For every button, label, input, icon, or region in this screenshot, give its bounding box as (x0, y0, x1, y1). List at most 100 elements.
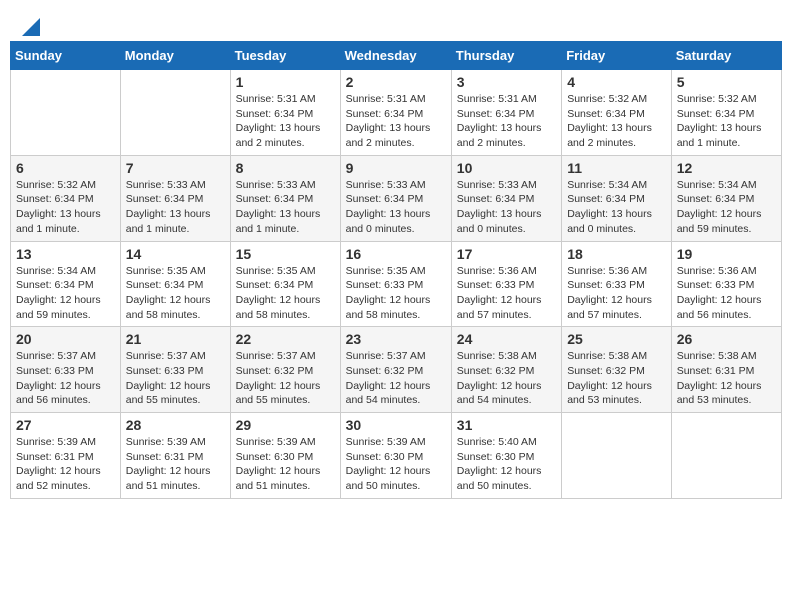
day-info: Sunrise: 5:37 AM Sunset: 6:33 PM Dayligh… (16, 349, 115, 408)
calendar-cell: 23 Sunrise: 5:37 AM Sunset: 6:32 PM Dayli… (340, 327, 451, 413)
calendar-cell: 30Sunrise: 5:39 AM Sunset: 6:30 PM Dayli… (340, 413, 451, 499)
day-number: 8 (236, 160, 335, 176)
day-number: 20 (16, 331, 115, 347)
day-number: 31 (457, 417, 556, 433)
day-number: 9 (346, 160, 446, 176)
day-info: Sunrise: 5:35 AM Sunset: 6:34 PM Dayligh… (126, 264, 225, 323)
calendar-cell (562, 413, 672, 499)
day-info: Sunrise: 5:37 AM Sunset: 6:33 PM Dayligh… (126, 349, 225, 408)
calendar-header-monday: Monday (120, 42, 230, 70)
day-number: 7 (126, 160, 225, 176)
calendar-cell: 3 Sunrise: 5:31 AM Sunset: 6:34 PM Daylig… (451, 70, 561, 156)
logo (20, 20, 40, 31)
day-info: Sunrise: 5:36 AM Sunset: 6:33 PM Dayligh… (677, 264, 776, 323)
calendar-cell: 25 Sunrise: 5:38 AM Sunset: 6:32 PM Dayli… (562, 327, 672, 413)
calendar-cell: 15Sunrise: 5:35 AM Sunset: 6:34 PM Dayli… (230, 241, 340, 327)
day-info: Sunrise: 5:37 AM Sunset: 6:32 PM Dayligh… (346, 349, 446, 408)
day-info: Sunrise: 5:34 AM Sunset: 6:34 PM Dayligh… (677, 178, 776, 237)
day-info: Sunrise: 5:39 AM Sunset: 6:31 PM Dayligh… (126, 435, 225, 494)
calendar-cell: 7Sunrise: 5:33 AM Sunset: 6:34 PM Daylig… (120, 155, 230, 241)
day-number: 22 (236, 331, 335, 347)
day-info: Sunrise: 5:36 AM Sunset: 6:33 PM Dayligh… (567, 264, 666, 323)
day-number: 26 (677, 331, 776, 347)
calendar-cell: 11 Sunrise: 5:34 AM Sunset: 6:34 PM Dayli… (562, 155, 672, 241)
calendar-header-tuesday: Tuesday (230, 42, 340, 70)
day-info: Sunrise: 5:38 AM Sunset: 6:32 PM Dayligh… (457, 349, 556, 408)
calendar-cell: 14 Sunrise: 5:35 AM Sunset: 6:34 PM Dayli… (120, 241, 230, 327)
calendar-cell: 29 Sunrise: 5:39 AM Sunset: 6:30 PM Dayli… (230, 413, 340, 499)
day-info: Sunrise: 5:32 AM Sunset: 6:34 PM Dayligh… (677, 92, 776, 151)
day-info: Sunrise: 5:33 AM Sunset: 6:34 PM Dayligh… (346, 178, 446, 237)
calendar-cell: 19 Sunrise: 5:36 AM Sunset: 6:33 PM Dayli… (671, 241, 781, 327)
day-info: Sunrise: 5:32 AM Sunset: 6:34 PM Dayligh… (567, 92, 666, 151)
day-info: Sunrise: 5:32 AM Sunset: 6:34 PM Dayligh… (16, 178, 115, 237)
calendar-cell: 5 Sunrise: 5:32 AM Sunset: 6:34 PM Daylig… (671, 70, 781, 156)
day-info: Sunrise: 5:31 AM Sunset: 6:34 PM Dayligh… (236, 92, 335, 151)
day-info: Sunrise: 5:39 AM Sunset: 6:31 PM Dayligh… (16, 435, 115, 494)
day-number: 28 (126, 417, 225, 433)
calendar-cell: 31 Sunrise: 5:40 AM Sunset: 6:30 PM Dayli… (451, 413, 561, 499)
day-number: 3 (457, 74, 556, 90)
calendar-cell: 9 Sunrise: 5:33 AM Sunset: 6:34 PM Daylig… (340, 155, 451, 241)
day-info: Sunrise: 5:34 AM Sunset: 6:34 PM Dayligh… (16, 264, 115, 323)
day-number: 11 (567, 160, 666, 176)
day-info: Sunrise: 5:35 AM Sunset: 6:34 PM Dayligh… (236, 264, 335, 323)
day-number: 16 (346, 246, 446, 262)
day-number: 21 (126, 331, 225, 347)
day-info: Sunrise: 5:33 AM Sunset: 6:34 PM Dayligh… (236, 178, 335, 237)
calendar-header-saturday: Saturday (671, 42, 781, 70)
calendar-header-friday: Friday (562, 42, 672, 70)
calendar-week-row: 20 Sunrise: 5:37 AM Sunset: 6:33 PM Dayli… (11, 327, 782, 413)
calendar-cell: 2Sunrise: 5:31 AM Sunset: 6:34 PM Daylig… (340, 70, 451, 156)
calendar-header-row: SundayMondayTuesdayWednesdayThursdayFrid… (11, 42, 782, 70)
calendar-cell (120, 70, 230, 156)
calendar-header-sunday: Sunday (11, 42, 121, 70)
day-info: Sunrise: 5:38 AM Sunset: 6:32 PM Dayligh… (567, 349, 666, 408)
page-header (10, 10, 782, 36)
day-info: Sunrise: 5:39 AM Sunset: 6:30 PM Dayligh… (236, 435, 335, 494)
day-info: Sunrise: 5:38 AM Sunset: 6:31 PM Dayligh… (677, 349, 776, 408)
day-number: 5 (677, 74, 776, 90)
calendar-cell: 28 Sunrise: 5:39 AM Sunset: 6:31 PM Dayli… (120, 413, 230, 499)
calendar-cell: 24 Sunrise: 5:38 AM Sunset: 6:32 PM Dayli… (451, 327, 561, 413)
calendar-week-row: 27 Sunrise: 5:39 AM Sunset: 6:31 PM Dayli… (11, 413, 782, 499)
calendar-cell (11, 70, 121, 156)
calendar-cell: 13 Sunrise: 5:34 AM Sunset: 6:34 PM Dayli… (11, 241, 121, 327)
day-info: Sunrise: 5:37 AM Sunset: 6:32 PM Dayligh… (236, 349, 335, 408)
day-number: 10 (457, 160, 556, 176)
day-number: 19 (677, 246, 776, 262)
calendar-week-row: 1 Sunrise: 5:31 AM Sunset: 6:34 PM Daylig… (11, 70, 782, 156)
calendar-cell: 26 Sunrise: 5:38 AM Sunset: 6:31 PM Dayli… (671, 327, 781, 413)
day-info: Sunrise: 5:40 AM Sunset: 6:30 PM Dayligh… (457, 435, 556, 494)
calendar-week-row: 6 Sunrise: 5:32 AM Sunset: 6:34 PM Daylig… (11, 155, 782, 241)
day-number: 27 (16, 417, 115, 433)
day-number: 25 (567, 331, 666, 347)
day-number: 18 (567, 246, 666, 262)
day-info: Sunrise: 5:35 AM Sunset: 6:33 PM Dayligh… (346, 264, 446, 323)
day-number: 1 (236, 74, 335, 90)
day-info: Sunrise: 5:31 AM Sunset: 6:34 PM Dayligh… (346, 92, 446, 151)
day-number: 24 (457, 331, 556, 347)
calendar-cell: 27 Sunrise: 5:39 AM Sunset: 6:31 PM Dayli… (11, 413, 121, 499)
day-number: 29 (236, 417, 335, 433)
calendar-week-row: 13 Sunrise: 5:34 AM Sunset: 6:34 PM Dayli… (11, 241, 782, 327)
day-info: Sunrise: 5:34 AM Sunset: 6:34 PM Dayligh… (567, 178, 666, 237)
calendar-cell: 12 Sunrise: 5:34 AM Sunset: 6:34 PM Dayli… (671, 155, 781, 241)
calendar-cell: 21 Sunrise: 5:37 AM Sunset: 6:33 PM Dayli… (120, 327, 230, 413)
calendar-table: SundayMondayTuesdayWednesdayThursdayFrid… (10, 41, 782, 499)
day-info: Sunrise: 5:31 AM Sunset: 6:34 PM Dayligh… (457, 92, 556, 151)
calendar-cell: 10Sunrise: 5:33 AM Sunset: 6:34 PM Dayli… (451, 155, 561, 241)
calendar-cell: 8 Sunrise: 5:33 AM Sunset: 6:34 PM Daylig… (230, 155, 340, 241)
day-info: Sunrise: 5:36 AM Sunset: 6:33 PM Dayligh… (457, 264, 556, 323)
day-number: 30 (346, 417, 446, 433)
day-number: 23 (346, 331, 446, 347)
calendar-cell: 18 Sunrise: 5:36 AM Sunset: 6:33 PM Dayli… (562, 241, 672, 327)
calendar-cell: 20 Sunrise: 5:37 AM Sunset: 6:33 PM Dayli… (11, 327, 121, 413)
day-number: 13 (16, 246, 115, 262)
calendar-cell: 17Sunrise: 5:36 AM Sunset: 6:33 PM Dayli… (451, 241, 561, 327)
logo-triangle-icon (22, 18, 40, 36)
day-number: 6 (16, 160, 115, 176)
day-number: 12 (677, 160, 776, 176)
calendar-cell: 4Sunrise: 5:32 AM Sunset: 6:34 PM Daylig… (562, 70, 672, 156)
day-number: 14 (126, 246, 225, 262)
